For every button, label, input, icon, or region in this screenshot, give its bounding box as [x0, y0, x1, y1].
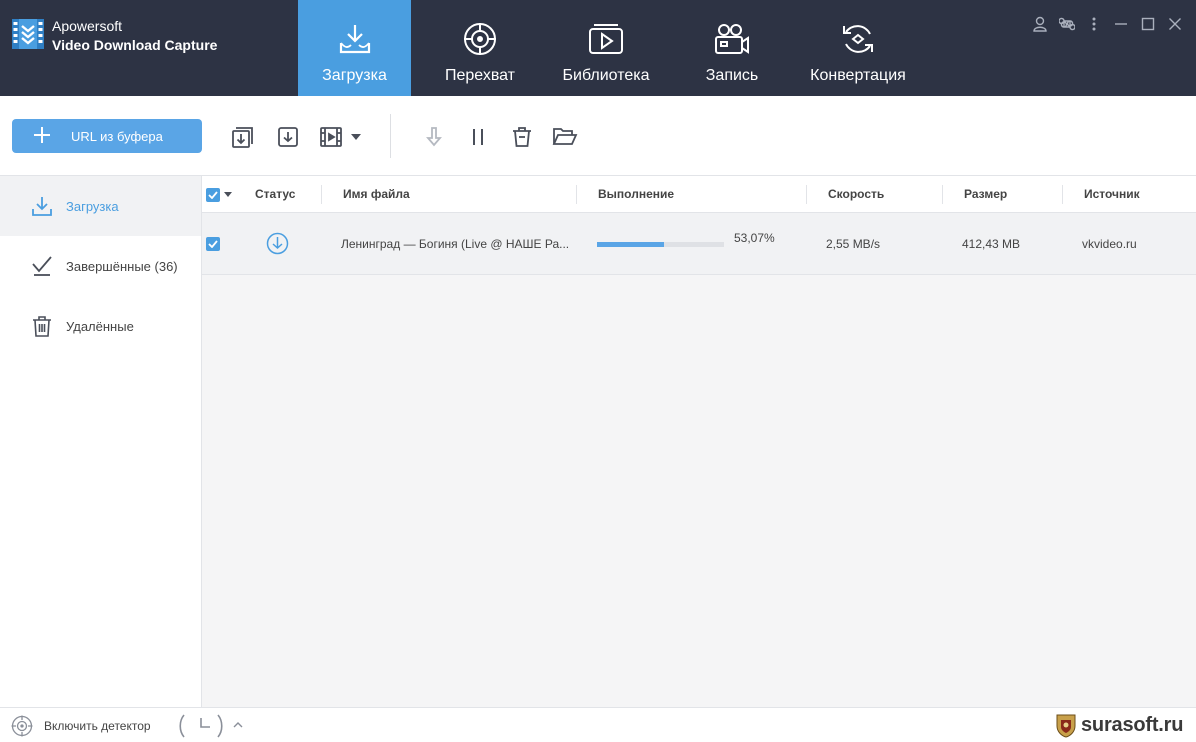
start-download-icon[interactable] [421, 124, 447, 150]
sidebar-item-label: Загрузка [66, 198, 119, 214]
title-bar: Apowersoft Video Download Capture Загруз… [0, 0, 1196, 96]
plus-icon [32, 126, 52, 147]
convert-icon [838, 19, 878, 59]
tab-capture[interactable]: Перехват [419, 0, 541, 96]
product-name: Video Download Capture [52, 37, 218, 53]
minimize-icon[interactable] [1107, 14, 1134, 34]
downloading-icon [266, 232, 289, 256]
sidebar-item-label: Завершённые (36) [66, 258, 178, 274]
crest-icon [1056, 714, 1076, 738]
row-progress-text: 53,07% [734, 231, 775, 245]
tab-convert-label: Конвертация [810, 67, 906, 84]
column-speed[interactable]: Скорость [828, 176, 884, 213]
column-divider [321, 185, 322, 204]
detector-icon[interactable] [11, 715, 33, 737]
table-header: Статус Имя файла Выполнение Скорость Раз… [202, 176, 1196, 213]
sidebar-item-downloading[interactable]: Загрузка [0, 176, 201, 236]
download-tray-icon [335, 19, 375, 59]
column-divider [1062, 185, 1063, 204]
brand-text: Apowersoft Video Download Capture [52, 16, 217, 55]
row-checkbox[interactable] [206, 237, 220, 251]
user-icon[interactable] [1026, 14, 1053, 34]
maximize-icon[interactable] [1134, 14, 1161, 34]
delete-icon[interactable] [509, 124, 535, 150]
tab-download[interactable]: Загрузка [298, 0, 411, 96]
select-all[interactable] [206, 187, 232, 202]
row-speed: 2,55 MB/s [826, 237, 881, 251]
row-size: 412,43 MB [962, 237, 1021, 251]
brand-name: Apowersoft [52, 18, 123, 34]
brand: Apowersoft Video Download Capture [10, 16, 217, 55]
sidebar-item-label: Удалённые [66, 318, 134, 334]
sidebar: Загрузка Завершённые (36) Удалённые [0, 176, 202, 707]
app-window: Apowersoft Video Download Capture Загруз… [0, 0, 1196, 742]
row-filename: Ленинград — Богиня (Live @ НАШЕ Ра... [341, 237, 570, 251]
tab-library[interactable]: Библиотека [545, 0, 667, 96]
download-list: Статус Имя файла Выполнение Скорость Раз… [202, 176, 1196, 707]
sidebar-item-completed[interactable]: Завершённые (36) [0, 236, 201, 296]
column-size[interactable]: Размер [964, 176, 1007, 213]
pause-icon[interactable] [465, 124, 491, 150]
window-controls [1026, 14, 1188, 34]
table-row[interactable]: Ленинград — Богиня (Live @ НАШЕ Ра... 53… [202, 213, 1196, 275]
column-progress[interactable]: Выполнение [598, 176, 674, 213]
download-icon [30, 194, 54, 218]
row-select[interactable] [206, 237, 220, 251]
more-vertical-icon[interactable] [1080, 14, 1107, 34]
progress-bar [597, 242, 724, 247]
download-box-icon[interactable] [275, 124, 301, 150]
library-icon [586, 19, 626, 59]
chevron-down-icon[interactable] [348, 124, 364, 150]
column-divider [942, 185, 943, 204]
import-list-icon[interactable] [230, 124, 256, 150]
camera-icon [712, 19, 752, 59]
select-all-checkbox[interactable] [206, 187, 220, 202]
paste-url-button[interactable]: URL из буфера [12, 119, 202, 153]
column-filename[interactable]: Имя файла [343, 176, 410, 213]
main-nav: Загрузка Перехват Библиотека Запись Конв… [298, 0, 923, 96]
close-icon[interactable] [1161, 14, 1188, 34]
column-status[interactable]: Статус [255, 176, 295, 213]
progress-bar-fill [597, 242, 665, 247]
column-divider [576, 185, 577, 204]
chevron-up-icon[interactable] [231, 718, 245, 732]
timer-icon[interactable] [178, 713, 224, 739]
trash-icon [30, 314, 54, 338]
toolbar: URL из буфера [0, 96, 1196, 176]
column-source[interactable]: Источник [1084, 176, 1140, 213]
app-logo-icon [12, 19, 44, 49]
toolbar-divider [390, 114, 391, 158]
target-icon [460, 19, 500, 59]
paste-url-label: URL из буфера [71, 128, 163, 144]
tab-library-label: Библиотека [562, 67, 650, 84]
select-menu-icon[interactable] [224, 192, 232, 197]
tab-record[interactable]: Запись [671, 0, 793, 96]
check-icon [30, 254, 54, 278]
row-source: vkvideo.ru [1082, 237, 1137, 251]
column-divider [806, 185, 807, 204]
tab-capture-label: Перехват [444, 67, 516, 84]
open-folder-icon[interactable] [552, 124, 578, 150]
tab-record-label: Запись [705, 67, 759, 84]
watermark-text: surasoft.ru [1081, 713, 1184, 736]
watermark: surasoft.ru [1055, 712, 1183, 738]
status-bar: Включить детектор surasoft.ru [0, 707, 1196, 742]
tab-download-label: Загрузка [322, 67, 387, 84]
video-add-icon[interactable] [318, 124, 344, 150]
sidebar-item-deleted[interactable]: Удалённые [0, 296, 201, 356]
detector-label[interactable]: Включить детектор [44, 708, 151, 742]
command-icon[interactable] [1053, 14, 1080, 34]
tab-convert[interactable]: Конвертация [797, 0, 919, 96]
